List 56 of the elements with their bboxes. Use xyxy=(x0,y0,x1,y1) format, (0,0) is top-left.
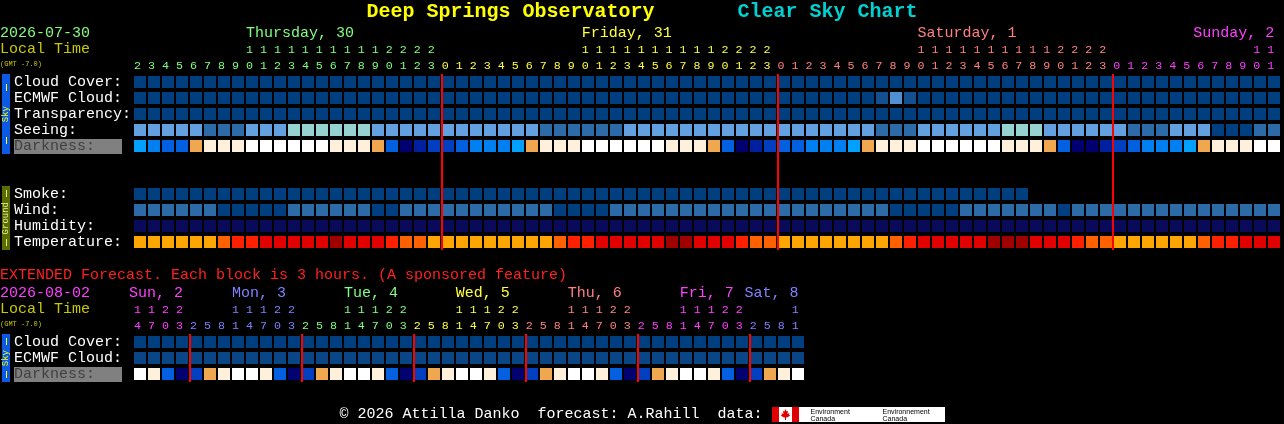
day-label: Sat, 8 xyxy=(744,286,799,302)
day-label: Friday, 31 xyxy=(581,26,672,42)
extended-note: EXTENDED Forecast. Each block is 3 hours. (A sponsored feature) xyxy=(0,268,569,284)
hour-digits: 2 5 8 1 4 7 0 3 xyxy=(189,318,295,334)
day-label: Thursday, 30 xyxy=(245,26,354,42)
hour-tens-digits: 1 1 1 1 1 1 1 1 1 1 2 2 2 2 xyxy=(581,42,771,58)
day-label: Tue, 4 xyxy=(343,286,398,302)
hour-digits: 0 1 2 3 4 5 6 7 8 9 0 1 2 3 4 5 6 7 8 9 0 1 2 3 xyxy=(441,58,771,74)
row-label: Cloud Cover: xyxy=(14,334,123,350)
hour-tens-digits: 1 1 1 2 2 xyxy=(455,302,519,318)
row-label: Darkness: xyxy=(14,138,122,154)
hour-digits: 2 5 8 1 xyxy=(749,318,799,334)
hour-digits: 0 1 2 3 4 5 6 7 8 9 0 1 2 3 4 5 6 7 8 9 0 1 2 3 xyxy=(777,58,1107,74)
hour-digits: 2 5 8 1 4 7 0 3 xyxy=(525,318,631,334)
hour-tens-digits: 1 1 2 2 xyxy=(134,302,183,318)
hour-digits: 0 1 2 3 4 5 6 7 8 9 0 1 xyxy=(1113,58,1275,74)
hour-tens-digits: 1 1 1 2 2 xyxy=(567,302,631,318)
time-label: Local Time xyxy=(0,42,91,58)
section-label: Sky xyxy=(2,105,10,123)
row-label: Darkness: xyxy=(14,366,122,382)
section-label: Ground xyxy=(2,201,10,235)
day-label: Saturday, 1 xyxy=(917,26,1017,42)
hour-tens-digits: 1 1 1 2 2 xyxy=(231,302,295,318)
hour-tens-digits: 1 1 xyxy=(1253,42,1275,58)
day-label: Mon, 3 xyxy=(231,286,286,302)
hour-digits: 2 5 8 1 4 7 0 3 xyxy=(413,318,519,334)
day-label: Thu, 6 xyxy=(567,286,622,302)
date-label: 2026-07-30 xyxy=(0,26,91,42)
site-title: Deep Springs Observatory xyxy=(366,0,655,24)
credit-text: © 2026 Attilla Danko forecast: A.Rahill data: xyxy=(339,406,763,423)
hour-digits: 4 7 0 3 xyxy=(134,318,183,334)
row-label: ECMWF Cloud: xyxy=(14,90,123,106)
hour-tens-digits: 1 1 1 2 2 xyxy=(679,302,743,318)
flag-icon xyxy=(771,407,799,422)
row-label: ECMWF Cloud: xyxy=(14,350,123,366)
row-label: Temperature: xyxy=(14,234,123,250)
day-label: Sun, 2 xyxy=(128,286,183,302)
hour-digits: 2 5 8 1 4 7 0 3 xyxy=(301,318,407,334)
day-label: Wed, 5 xyxy=(455,286,510,302)
day-label: Fri, 7 xyxy=(679,286,734,302)
hour-tens-digits: 1 1 1 2 2 xyxy=(343,302,407,318)
hour-tens-digits: 1 1 1 1 1 1 1 1 1 1 2 2 2 2 xyxy=(917,42,1107,58)
hour-tens-digits: 1 xyxy=(791,302,799,318)
row-label: Cloud Cover: xyxy=(14,74,123,90)
hour-tens-digits: 1 1 1 1 1 1 1 1 1 1 2 2 2 2 xyxy=(245,42,435,58)
row-label: Humidity: xyxy=(14,218,95,234)
row-label: Wind: xyxy=(14,202,59,218)
chart-title: Clear Sky Chart xyxy=(737,0,918,24)
day-label: Sunday, 2 xyxy=(1193,26,1275,42)
row-label: Seeing: xyxy=(14,122,77,138)
hour-digits: 2 5 8 1 4 7 0 3 xyxy=(637,318,743,334)
row-label: Transparency: xyxy=(14,106,132,122)
hour-digits: 2 3 4 5 6 7 8 9 0 1 2 3 4 5 6 7 8 9 0 1 2 3 xyxy=(134,58,435,74)
section-label: Sky xyxy=(2,349,10,367)
row-label: Smoke: xyxy=(14,186,68,202)
time-label: Local Time xyxy=(0,302,91,318)
